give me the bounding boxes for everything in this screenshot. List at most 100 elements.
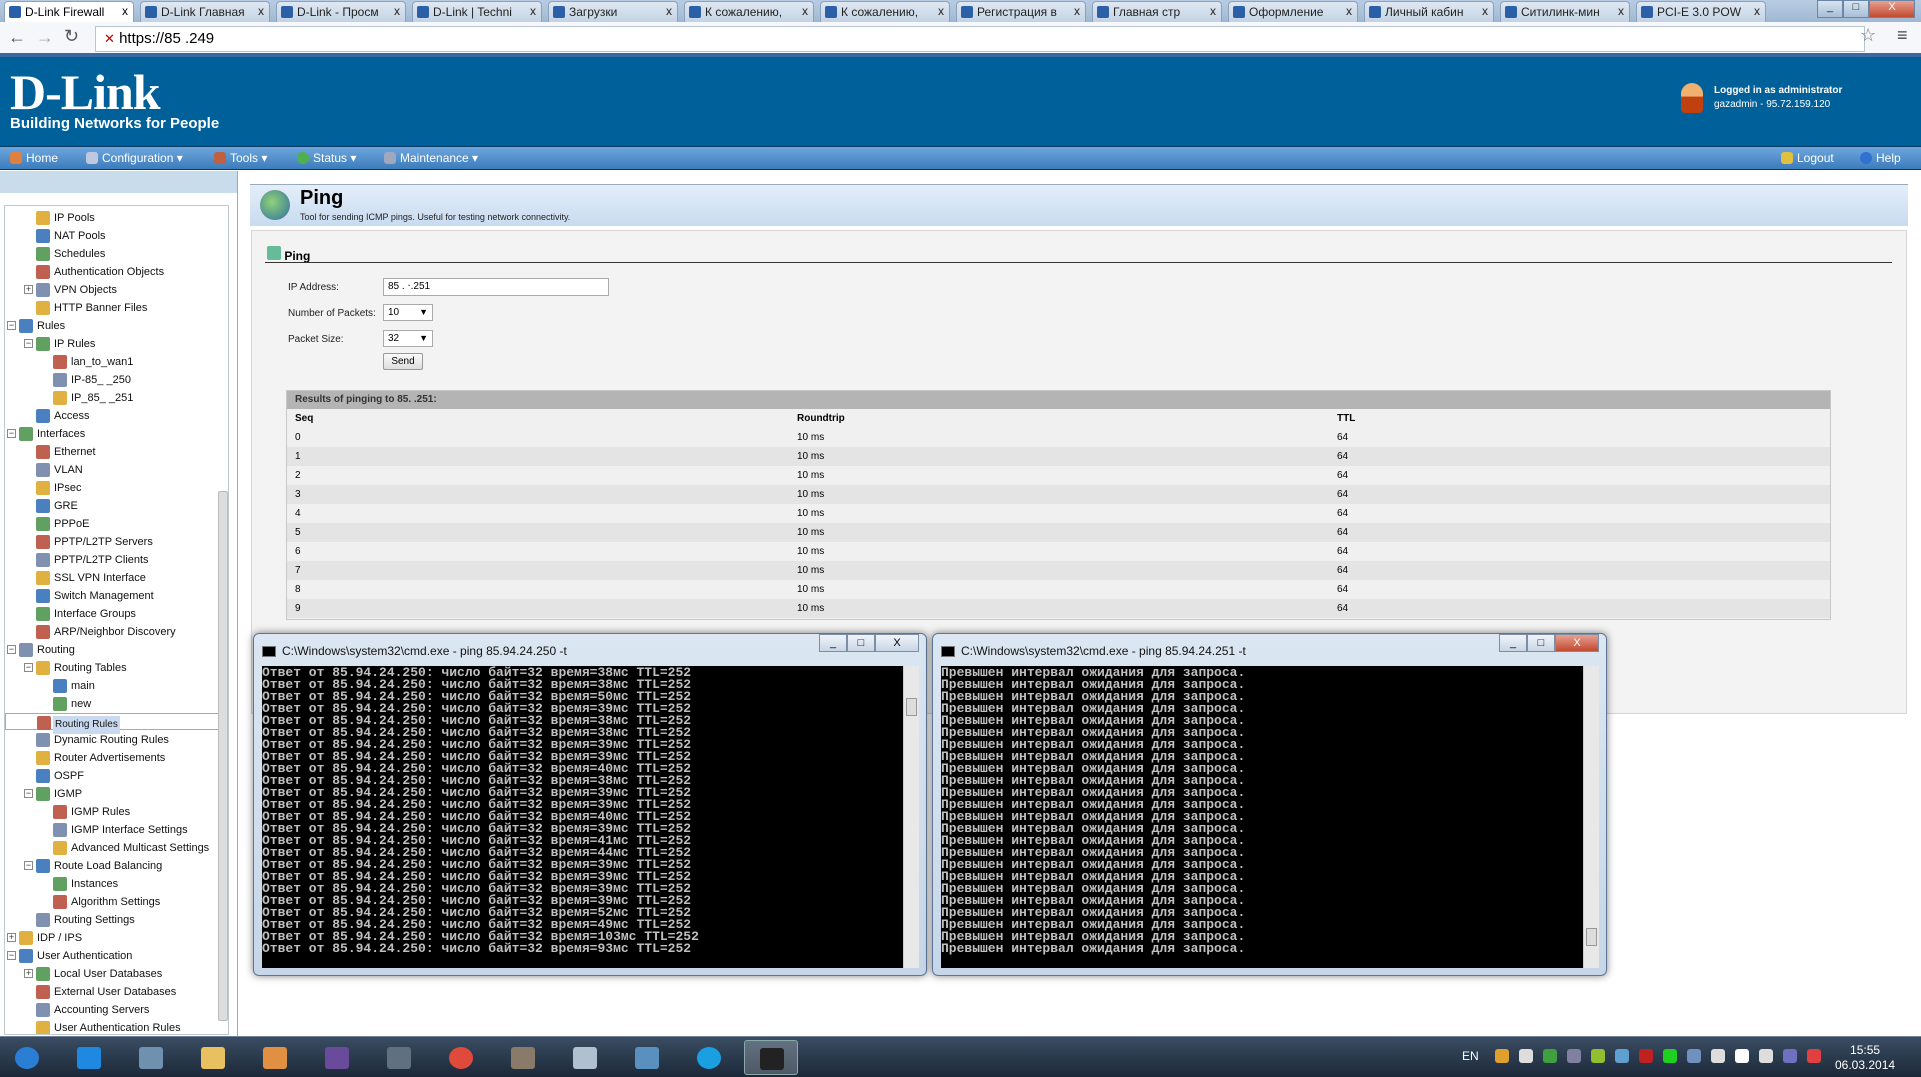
sidebar-item[interactable]: − Rules	[5, 317, 228, 335]
sidebar-item[interactable]: IGMP Interface Settings	[5, 821, 228, 839]
sidebar-item[interactable]: − Route Load Balancing	[5, 857, 228, 875]
sidebar-item[interactable]: − Interfaces	[5, 425, 228, 443]
sidebar-item[interactable]: IP Pools	[5, 209, 228, 227]
sidebar-item[interactable]: OSPF	[5, 767, 228, 785]
tray-icon[interactable]	[1807, 1049, 1821, 1063]
cmd-minimize-button[interactable]: _	[1499, 634, 1527, 652]
close-window-button[interactable]: X	[1869, 0, 1915, 18]
browser-tab[interactable]: D-Link - Просм x	[276, 1, 406, 22]
file-manager-taskbar-button[interactable]	[124, 1040, 178, 1075]
browser-tab[interactable]: Ситилинк-мин x	[1500, 1, 1630, 22]
tray-icon[interactable]	[1783, 1049, 1797, 1063]
sidebar-item[interactable]: new	[5, 695, 228, 713]
sidebar-item[interactable]: User Authentication Rules	[5, 1019, 228, 1034]
nav-configuration[interactable]: Configuration ▾	[86, 151, 183, 165]
tab-close-icon[interactable]: x	[258, 4, 264, 18]
sidebar-item[interactable]: Authentication Objects	[5, 263, 228, 281]
sidebar-item[interactable]: lan_to_wan1	[5, 353, 228, 371]
browser-tab[interactable]: К сожалению, x	[684, 1, 814, 22]
menu-icon[interactable]: ≡	[1897, 25, 1908, 46]
sidebar-item[interactable]: IP_85_ _251	[5, 389, 228, 407]
url-input[interactable]: ✕ https://85 .249	[95, 26, 1865, 52]
sidebar-scrollbar[interactable]	[218, 491, 228, 1021]
sidebar-item[interactable]: + IDP / IPS	[5, 929, 228, 947]
sidebar-item[interactable]: main	[5, 677, 228, 695]
media-player-taskbar-button[interactable]	[248, 1040, 302, 1075]
collapse-icon[interactable]: −	[24, 789, 33, 798]
sidebar-item[interactable]: PPTP/L2TP Servers	[5, 533, 228, 551]
collapse-icon[interactable]: −	[24, 861, 33, 870]
nav-tools[interactable]: Tools ▾	[214, 151, 267, 165]
remote-desktop-taskbar-button[interactable]	[620, 1040, 674, 1075]
archive-taskbar-button[interactable]	[496, 1040, 550, 1075]
back-icon[interactable]: ←	[8, 27, 26, 48]
collapse-icon[interactable]: −	[24, 339, 33, 348]
sidebar-item[interactable]: HTTP Banner Files	[5, 299, 228, 317]
tray-icon[interactable]	[1543, 1049, 1557, 1063]
collapse-icon[interactable]: −	[24, 663, 33, 672]
sidebar-item[interactable]: Advanced Multicast Settings	[5, 839, 228, 857]
visual-studio-taskbar-button[interactable]	[310, 1040, 364, 1075]
tab-close-icon[interactable]: x	[1074, 4, 1080, 18]
cmd-window-left[interactable]: C:\Windows\system32\cmd.exe - ping 85.94…	[253, 633, 927, 976]
internet-explorer-taskbar-button[interactable]	[62, 1040, 116, 1075]
browser-tab[interactable]: PCI-E 3.0 POW x	[1636, 1, 1766, 22]
expand-icon[interactable]: +	[24, 285, 33, 294]
sidebar-item[interactable]: PPTP/L2TP Clients	[5, 551, 228, 569]
sidebar-item[interactable]: + VPN Objects	[5, 281, 228, 299]
sidebar-item[interactable]: Dynamic Routing Rules	[5, 731, 228, 749]
tray-icon[interactable]	[1519, 1049, 1533, 1063]
forward-icon[interactable]: →	[36, 27, 54, 48]
sidebar-item[interactable]: Schedules	[5, 245, 228, 263]
sidebar-item[interactable]: External User Databases	[5, 983, 228, 1001]
cmd-minimize-button[interactable]: _	[819, 634, 847, 652]
sidebar-item[interactable]: − IGMP	[5, 785, 228, 803]
nav-status[interactable]: Status ▾	[297, 151, 356, 165]
sidebar-item[interactable]: SSL VPN Interface	[5, 569, 228, 587]
tab-close-icon[interactable]: x	[530, 4, 536, 18]
sidebar-item[interactable]: VLAN	[5, 461, 228, 479]
browser-tab[interactable]: D-Link Firewall x	[4, 1, 134, 22]
logout-link[interactable]: Logout	[1781, 151, 1834, 165]
browser-tab[interactable]: Оформление x	[1228, 1, 1358, 22]
sidebar-item[interactable]: Switch Management	[5, 587, 228, 605]
tab-close-icon[interactable]: x	[1754, 4, 1760, 18]
tab-close-icon[interactable]: x	[802, 4, 808, 18]
tray-icon[interactable]	[1687, 1049, 1701, 1063]
tray-icon[interactable]	[1711, 1049, 1725, 1063]
packet-size-select[interactable]: 32 ▼	[383, 330, 433, 347]
collapse-icon[interactable]: −	[7, 951, 16, 960]
collapse-icon[interactable]: −	[7, 321, 16, 330]
sidebar-item[interactable]: Ethernet	[5, 443, 228, 461]
sidebar-item[interactable]: − Routing Tables	[5, 659, 228, 677]
cmd-window-right[interactable]: C:\Windows\system32\cmd.exe - ping 85.94…	[932, 633, 1607, 976]
tab-close-icon[interactable]: x	[1618, 4, 1624, 18]
browser-tab[interactable]: D-Link | Techni x	[412, 1, 542, 22]
tab-close-icon[interactable]: x	[1346, 4, 1352, 18]
nav-home[interactable]: Home	[10, 151, 58, 165]
sidebar-item[interactable]: GRE	[5, 497, 228, 515]
document-viewer-taskbar-button[interactable]	[372, 1040, 426, 1075]
sidebar-item[interactable]: Router Advertisements	[5, 749, 228, 767]
command-prompt-taskbar-button[interactable]	[744, 1040, 798, 1075]
clock[interactable]: 15:55 06.03.2014	[1835, 1043, 1895, 1073]
sidebar-item[interactable]: Instances	[5, 875, 228, 893]
sidebar-item[interactable]: IGMP Rules	[5, 803, 228, 821]
sidebar-item[interactable]: NAT Pools	[5, 227, 228, 245]
nav-maintenance[interactable]: Maintenance ▾	[384, 151, 478, 165]
bookmark-star-icon[interactable]: ☆	[1860, 25, 1876, 46]
cmd-close-button[interactable]: X	[875, 634, 919, 652]
skype-taskbar-button[interactable]	[682, 1040, 736, 1075]
sidebar-item[interactable]: Access	[5, 407, 228, 425]
start-taskbar-button[interactable]	[0, 1040, 54, 1075]
calculator-taskbar-button[interactable]	[558, 1040, 612, 1075]
sidebar-item[interactable]: + Local User Databases	[5, 965, 228, 983]
chrome-taskbar-button[interactable]	[434, 1040, 488, 1075]
cmd-close-button[interactable]: X	[1555, 634, 1599, 652]
tray-icon[interactable]	[1639, 1049, 1653, 1063]
cmd-scrollbar[interactable]	[1583, 666, 1599, 968]
cmd-maximize-button[interactable]: □	[1527, 634, 1555, 652]
language-indicator[interactable]: EN	[1462, 1049, 1479, 1063]
tray-icon[interactable]	[1591, 1049, 1605, 1063]
browser-tab[interactable]: Главная стр x	[1092, 1, 1222, 22]
